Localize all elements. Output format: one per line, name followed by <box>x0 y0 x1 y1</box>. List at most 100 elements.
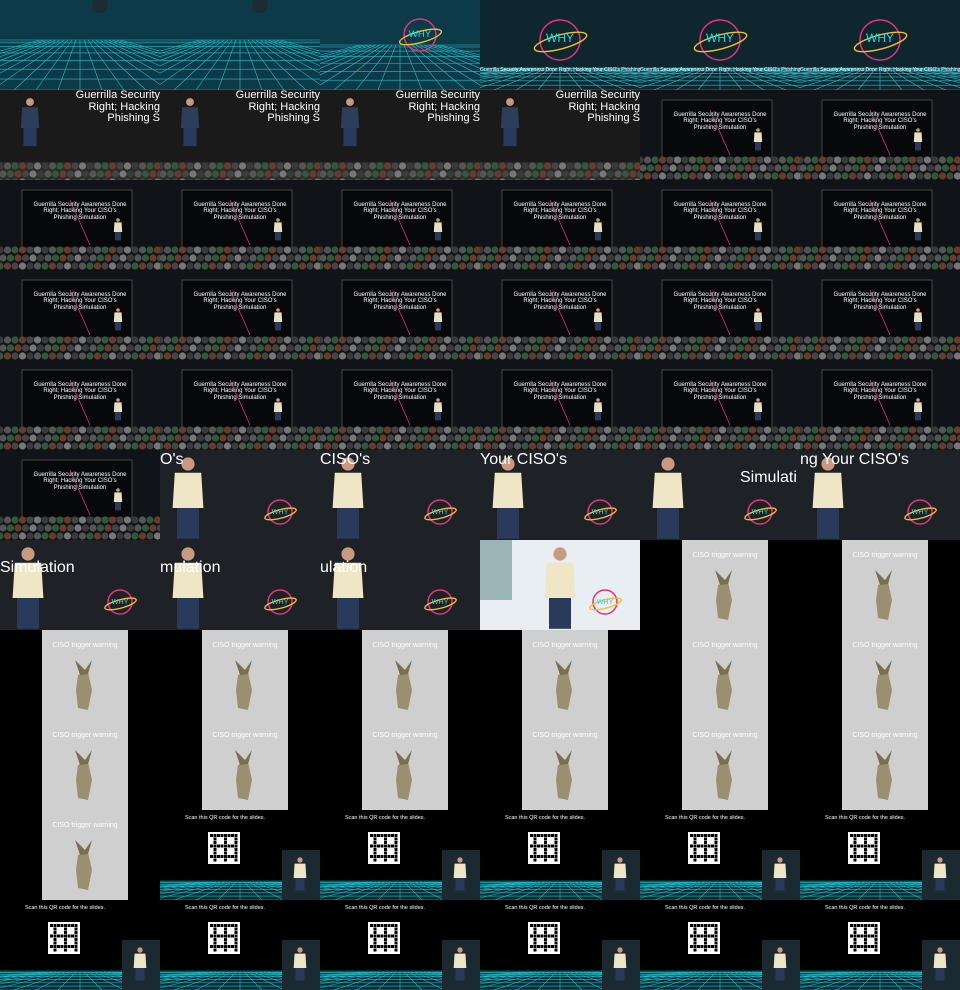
slide-title: Guerrilla Security Awareness Done Right; … <box>640 112 800 131</box>
slide-title-large: Guerrilla Security Right; Hacking Phishing… <box>396 90 480 125</box>
thumbnail-image: WHY <box>480 0 640 90</box>
slide-title: Guerrilla Security Awareness Done Right; … <box>320 292 480 311</box>
thumbnail-image <box>800 270 960 360</box>
slide-title-line: Phishing Simulation <box>213 394 267 401</box>
slide-title: Guerrilla Security Awareness Done Right; … <box>0 202 160 221</box>
logo-text: WHY <box>432 597 449 606</box>
slide-caption: CISO trigger warning <box>212 642 278 649</box>
video-thumbnail: WHY Simulati <box>640 450 800 540</box>
slide-title-line: Guerrilla Security <box>395 90 480 101</box>
video-thumbnail: WHY CISO's <box>320 450 480 540</box>
slide-title-fragment: O's <box>160 451 184 468</box>
thumbnail-image: WHY <box>160 450 320 540</box>
logo-text: WHY <box>112 597 129 606</box>
video-thumbnail: CISO trigger warning <box>480 630 640 720</box>
logo-text: WHY <box>409 29 432 40</box>
slide-title-line: Phishing Simulation <box>693 304 747 311</box>
video-thumbnail: WHY O's <box>160 450 320 540</box>
thumbnail-image <box>0 180 160 270</box>
logo-text: WHY <box>592 507 609 516</box>
video-thumbnail: Guerrilla Security Awareness Done Right; … <box>0 450 160 540</box>
video-thumbnail: Guerrilla Security Right; Hacking Phishing… <box>0 90 160 180</box>
thumbnail-image: WHY <box>320 0 480 90</box>
thumbnail-image <box>320 810 480 900</box>
slide-title: Guerrilla Security Awareness Done Right; … <box>800 112 960 131</box>
video-thumbnail: CISO trigger warning <box>800 540 960 630</box>
slide-title-fragment: mulation <box>160 559 221 576</box>
thumbnail-image <box>480 900 640 990</box>
video-thumbnail: Scan this QR code for the slides. <box>160 900 320 990</box>
thumbnail-image <box>320 360 480 450</box>
slide-title-fragment: Simulati <box>740 469 797 486</box>
slide-caption: CISO trigger warning <box>852 642 918 649</box>
video-thumbnail: Guerrilla Security Awareness Done Right; … <box>320 180 480 270</box>
slide-title: Guerrilla Security Awareness Done Right; … <box>160 202 320 221</box>
logo-text: WHY <box>912 507 929 516</box>
thumbnail-image <box>160 180 320 270</box>
thumbnail-image <box>0 0 160 90</box>
thumbnail-image <box>160 270 320 360</box>
video-thumbnail: Guerrilla Security Awareness Done Right; … <box>800 180 960 270</box>
slide-caption: CISO trigger warning <box>372 642 438 649</box>
video-thumbnail: Guerrilla Security Awareness Done Right; … <box>640 270 800 360</box>
slide-caption: CISO trigger warning <box>212 732 278 739</box>
thumbnail-image <box>640 360 800 450</box>
slide-caption: CISO trigger warning <box>372 732 438 739</box>
thumbnail-image <box>640 810 800 900</box>
logo-text: WHY <box>272 597 289 606</box>
video-thumbnail: Scan this QR code for the slides. <box>800 900 960 990</box>
video-thumbnail: Guerrilla Security Awareness Done Right; … <box>800 270 960 360</box>
video-thumbnail: WHY ng Your CISO's <box>800 450 960 540</box>
slide-title-ticker: Guerrilla Security Awareness Done Right;… <box>800 67 960 73</box>
video-thumbnail: WHY mulation <box>160 540 320 630</box>
logo-text: WHY <box>706 31 734 45</box>
slide-caption: CISO trigger warning <box>692 642 758 649</box>
thumbnail-image <box>800 360 960 450</box>
video-thumbnail: Guerrilla Security Awareness Done Right; … <box>160 360 320 450</box>
thumbnail-image <box>640 270 800 360</box>
thumbnail-image <box>640 90 800 180</box>
thumbnail-image <box>800 180 960 270</box>
slide-caption: Scan this QR code for the slides. <box>824 815 906 821</box>
thumbnail-image <box>640 900 800 990</box>
slide-title-line: Guerrilla Security <box>555 90 640 101</box>
video-thumbnail: Guerrilla Security Right; Hacking Phishing… <box>480 90 640 180</box>
video-thumbnail: Guerrilla Security Awareness Done Right; … <box>0 270 160 360</box>
video-thumbnail: WHY Your CISO's <box>480 450 640 540</box>
thumbnail-image: WHY <box>0 540 160 630</box>
video-thumbnail: CISO trigger warning <box>800 720 960 810</box>
video-thumbnail: Guerrilla Security Awareness Done Right; … <box>0 360 160 450</box>
slide-caption: CISO trigger warning <box>52 822 118 829</box>
video-thumbnail: WHY Guerrilla Security Awareness Done Rig… <box>640 0 800 90</box>
logo-text: WHY <box>866 31 894 45</box>
video-thumbnail: CISO trigger warning <box>320 720 480 810</box>
video-thumbnail: CISO trigger warning <box>0 720 160 810</box>
video-thumbnail: Guerrilla Security Awareness Done Right; … <box>0 180 160 270</box>
thumbnail-image: WHY <box>640 450 800 540</box>
thumbnail-image <box>480 180 640 270</box>
slide-title: Guerrilla Security Awareness Done Right; … <box>640 382 800 401</box>
video-thumbnail: Scan this QR code for the slides. <box>640 810 800 900</box>
video-thumbnail: Guerrilla Security Awareness Done Right; … <box>640 180 800 270</box>
video-thumbnail: CISO trigger warning <box>800 630 960 720</box>
logo-text: WHY <box>597 597 614 606</box>
video-thumbnail: Scan this QR code for the slides. <box>0 900 160 990</box>
thumbnail-image <box>0 450 160 540</box>
slide-title-line: Guerrilla Security <box>75 90 160 101</box>
slide-caption: Scan this QR code for the slides. <box>504 905 586 911</box>
video-thumbnail: Scan this QR code for the slides. <box>800 810 960 900</box>
slide-caption: Scan this QR code for the slides. <box>24 905 106 911</box>
slide-title-line: Phishing Simulation <box>373 394 427 401</box>
video-thumbnail: Guerrilla Security Awareness Done Right; … <box>480 270 640 360</box>
slide-title: Guerrilla Security Awareness Done Right; … <box>800 202 960 221</box>
slide-title-line: Phishing Simulation <box>853 304 907 311</box>
video-thumbnail: Guerrilla Security Right; Hacking Phishing… <box>320 90 480 180</box>
thumbnail-image <box>160 0 320 90</box>
slide-title-line: Phishing Simulation <box>373 304 427 311</box>
thumbnail-image <box>160 810 320 900</box>
slide-title: Guerrilla Security Awareness Done Right; … <box>480 202 640 221</box>
logo-text: WHY <box>272 507 289 516</box>
slide-title-fragment: Simulation <box>0 559 75 576</box>
video-thumbnail: WHY <box>320 0 480 90</box>
slide-caption: CISO trigger warning <box>852 552 918 559</box>
